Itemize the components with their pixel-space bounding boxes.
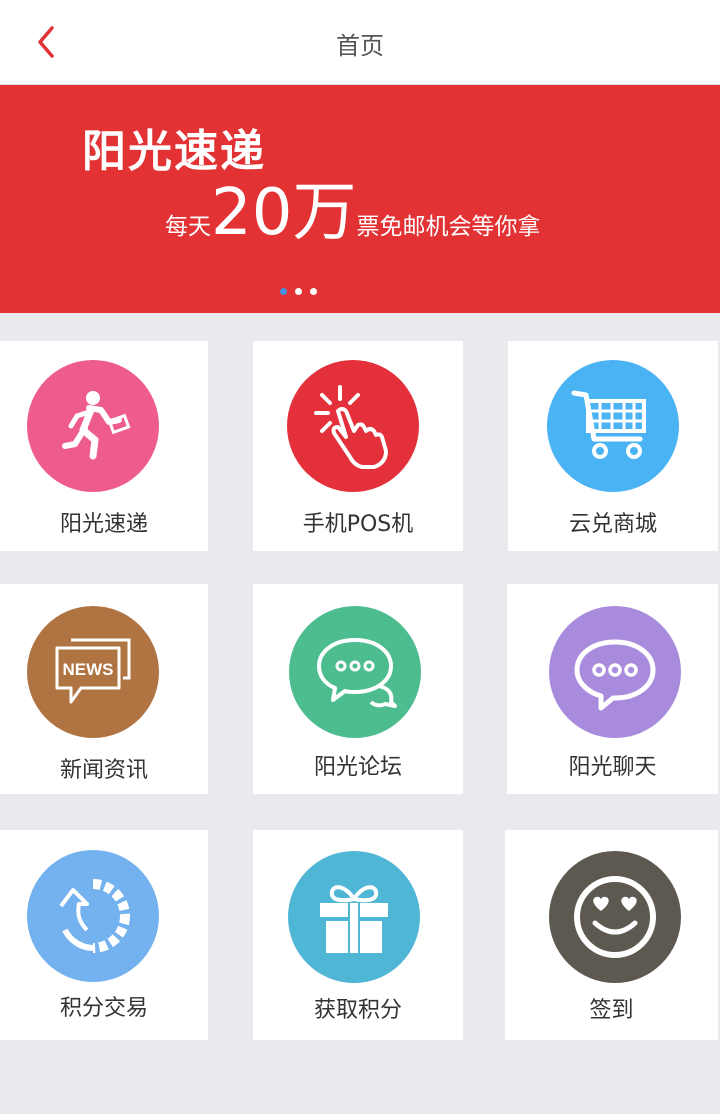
tile-sunshine-forum[interactable]: 阳光论坛	[253, 584, 463, 794]
tile-label: 积分交易	[59, 996, 148, 1021]
tile-sunshine-express[interactable]: 阳光速递	[0, 341, 208, 551]
tile-label: 阳光聊天	[568, 755, 657, 780]
smiley-heart-eyes-icon	[574, 876, 656, 958]
tile-get-points[interactable]: 获取积分	[253, 830, 463, 1040]
tile-label: 手机POS机	[302, 512, 414, 537]
top-nav-bar: 首页	[0, 0, 720, 85]
chat-bubbles-icon	[317, 638, 397, 708]
tile-cloud-mall[interactable]: 云兑商城	[508, 341, 718, 551]
tile-icon-circle	[549, 606, 681, 738]
tile-icon-circle	[288, 851, 420, 983]
chat-bubble-icon	[574, 639, 656, 711]
tile-label: 云兑商城	[568, 512, 657, 537]
banner-sub-suffix: 票免邮机会等你拿	[356, 214, 541, 240]
tile-news[interactable]: NEWS 新闻资讯	[0, 584, 208, 794]
tile-icon-circle	[289, 606, 421, 738]
tile-icon-circle: NEWS	[27, 606, 159, 738]
tile-label: 新闻资讯	[59, 758, 148, 783]
carousel-dot-active[interactable]	[280, 288, 287, 295]
banner-sub-prefix: 每天	[165, 214, 211, 240]
tile-icon-circle	[547, 360, 679, 492]
banner-headline: 阳光速递	[82, 126, 266, 177]
tile-label: 阳光速递	[59, 512, 148, 537]
carousel-indicator	[280, 288, 317, 295]
tile-check-in[interactable]: 签到	[505, 830, 718, 1040]
carousel-dot[interactable]	[310, 288, 317, 295]
runner-icon	[62, 391, 131, 460]
tile-label: 阳光论坛	[313, 755, 402, 780]
tile-points-trade[interactable]: 积分交易	[0, 830, 208, 1040]
tile-icon-circle	[549, 851, 681, 983]
tap-hand-icon	[314, 385, 388, 469]
tile-label: 签到	[589, 998, 634, 1023]
promo-banner[interactable]: 阳光速递 每天20万票免邮机会等你拿	[0, 85, 720, 313]
svg-text:NEWS: NEWS	[63, 660, 114, 679]
tile-icon-circle	[287, 360, 419, 492]
carousel-dot[interactable]	[295, 288, 302, 295]
tile-sunshine-chat[interactable]: 阳光聊天	[507, 584, 718, 794]
tile-label: 获取积分	[313, 998, 402, 1023]
tile-icon-circle	[27, 360, 159, 492]
page-title: 首页	[336, 32, 384, 60]
shopping-cart-icon	[571, 390, 646, 459]
news-icon: NEWS	[55, 638, 131, 704]
gift-icon	[320, 885, 388, 953]
tile-mobile-pos[interactable]: 手机POS机	[253, 341, 463, 551]
banner-sub-number: 20万	[211, 176, 357, 250]
tile-icon-circle	[27, 850, 159, 982]
exchange-icon	[59, 879, 130, 953]
banner-subline: 每天20万票免邮机会等你拿	[165, 181, 540, 245]
